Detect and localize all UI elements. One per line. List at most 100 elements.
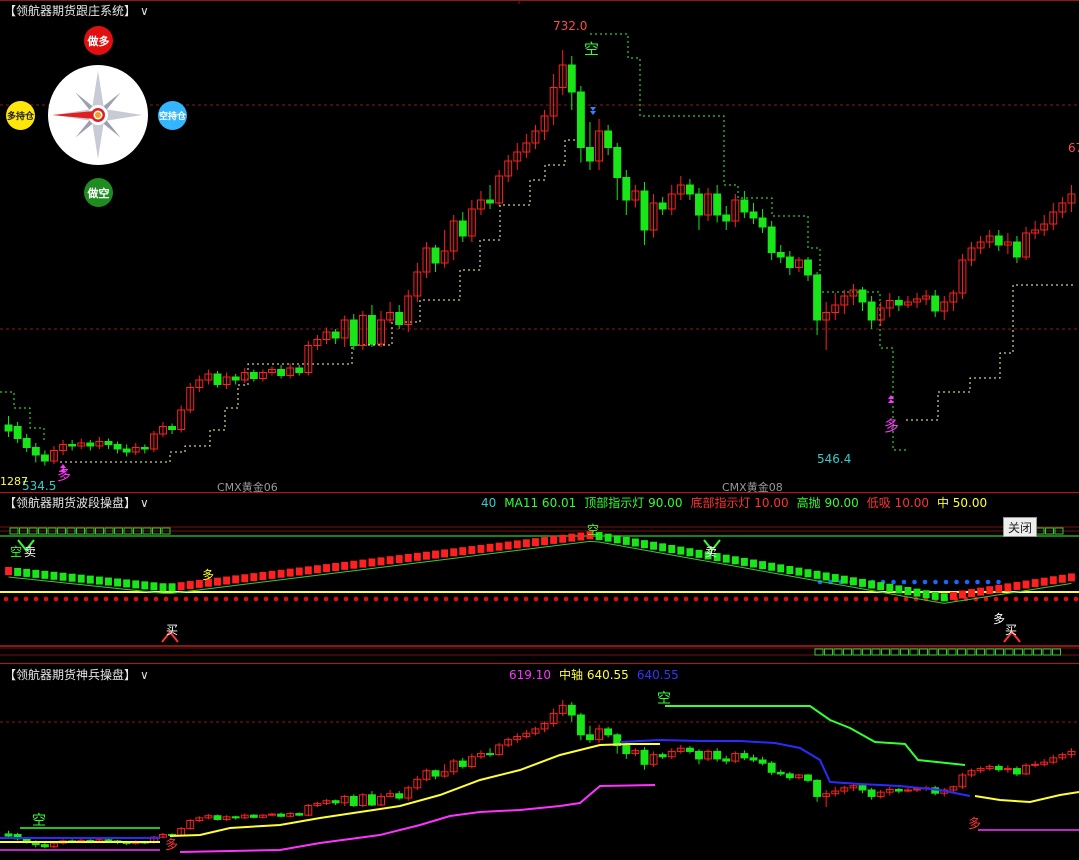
- candle-body: [740, 753, 749, 759]
- signal-dot: [393, 596, 399, 602]
- oscillator-block: [377, 557, 385, 566]
- candle-body: [431, 770, 440, 777]
- signal-dot: [843, 596, 849, 602]
- signal-dot: [313, 596, 319, 602]
- signal-dot: [233, 596, 239, 602]
- signal-dot: [443, 596, 449, 602]
- candle-body: [658, 202, 667, 210]
- panel3-duo-label-right: 多: [968, 817, 982, 832]
- left-edge-label: 1287: [0, 475, 28, 488]
- band-cell: [995, 648, 1004, 656]
- signal-dot: [663, 596, 669, 602]
- candle-body: [622, 745, 631, 755]
- candle-body: [576, 714, 585, 736]
- oscillator-block: [958, 590, 966, 599]
- candle-body: [894, 788, 903, 792]
- stop-line-short-side: [590, 33, 906, 451]
- candle-body: [104, 839, 113, 842]
- right-edge-label: 67: [1068, 141, 1079, 155]
- duochicang-button[interactable]: 多持仓: [6, 101, 35, 130]
- signal-dot: [993, 596, 999, 602]
- candle-body: [31, 447, 40, 456]
- oscillator-block: [223, 576, 231, 585]
- candle-body: [713, 750, 722, 760]
- oscillator-block: [777, 564, 785, 573]
- signal-dot: [263, 596, 269, 602]
- chevron-down-icon[interactable]: ∨: [140, 668, 149, 682]
- kongchicang-button[interactable]: 空持仓: [158, 101, 187, 130]
- candle-body: [431, 247, 440, 264]
- chevron-down-icon[interactable]: ∨: [140, 496, 149, 510]
- signal-dot: [743, 596, 749, 602]
- signal-dot: [1023, 596, 1029, 602]
- band-cell: [881, 648, 890, 656]
- legend-mid: 中 50.00: [936, 496, 988, 510]
- candle-body: [722, 214, 731, 222]
- candle-body: [622, 177, 631, 201]
- panel2-title[interactable]: 【领航器期货波段操盘】 ∨: [4, 494, 149, 511]
- candle-body: [813, 274, 822, 321]
- signal-dot: [173, 596, 179, 602]
- signal-dot: [833, 596, 839, 602]
- panel1-title[interactable]: 【领航器期货跟庄系统】 ∨: [4, 2, 149, 19]
- signal-dot: [703, 596, 709, 602]
- oscillator-block: [123, 579, 131, 588]
- signal-dot: [583, 596, 589, 602]
- oscillator-block: [450, 548, 458, 557]
- panel2-duo-label-right: 多: [993, 612, 1006, 626]
- candle-body: [367, 794, 376, 806]
- oscillator-block: [50, 571, 58, 580]
- panel3-kong-label-left: 空: [32, 813, 46, 829]
- close-button[interactable]: 关闭: [1003, 517, 1037, 537]
- band-cell: [928, 648, 938, 656]
- signal-dot: [93, 596, 99, 602]
- oscillator-ma-line: [8, 540, 1072, 604]
- band-cell: [862, 648, 871, 656]
- zuoduo-button[interactable]: 做多: [84, 26, 113, 55]
- signal-dot: [1033, 596, 1039, 602]
- oscillator-block: [668, 544, 676, 553]
- candle-body: [277, 369, 286, 376]
- sell-arrow-icon: [590, 107, 596, 115]
- zuokong-button[interactable]: 做空: [84, 178, 113, 207]
- candle-body: [813, 779, 822, 797]
- oscillator-block: [295, 567, 303, 576]
- candle-body: [68, 444, 77, 447]
- signal-dot: [243, 596, 249, 602]
- signal-dot: [603, 596, 609, 602]
- signal-dot: [103, 596, 109, 602]
- candle-body: [776, 771, 785, 775]
- signal-dot: [503, 596, 509, 602]
- stop-lines: [0, 33, 1076, 463]
- panel3-title[interactable]: 【领航器期货神兵操盘】 ∨: [4, 666, 149, 683]
- band-cell: [938, 648, 947, 656]
- candle-body: [122, 448, 131, 453]
- signal-dot: [43, 596, 49, 602]
- oscillator-block: [759, 561, 767, 570]
- oscillator-block: [14, 567, 22, 576]
- oscillator-block: [922, 590, 930, 599]
- candle-body: [458, 220, 467, 237]
- signal-dot: [13, 596, 19, 602]
- signal-dot: [623, 596, 629, 602]
- oscillator-block: [541, 537, 548, 546]
- candle-body: [486, 753, 494, 756]
- oscillator-block: [695, 549, 703, 558]
- panel2-buy-label-right: 买: [1005, 623, 1018, 637]
- signal-dot: [183, 596, 189, 602]
- signal-dot: [213, 596, 219, 602]
- oscillator-block: [59, 572, 67, 581]
- band-cell: [919, 648, 928, 656]
- signal-dot: [813, 596, 819, 602]
- chevron-down-icon[interactable]: ∨: [140, 4, 149, 18]
- oscillator-block: [1022, 580, 1030, 589]
- panel2-buy-label-left: 买: [166, 623, 179, 637]
- signal-dot: [1073, 596, 1079, 602]
- low-price-label: 546.4: [817, 452, 852, 466]
- signal-dot: [975, 579, 980, 585]
- candle-body: [858, 785, 867, 791]
- signal-dot: [333, 596, 339, 602]
- oscillator-block: [622, 536, 630, 545]
- signal-dot: [123, 596, 129, 602]
- signal-dot: [753, 596, 759, 602]
